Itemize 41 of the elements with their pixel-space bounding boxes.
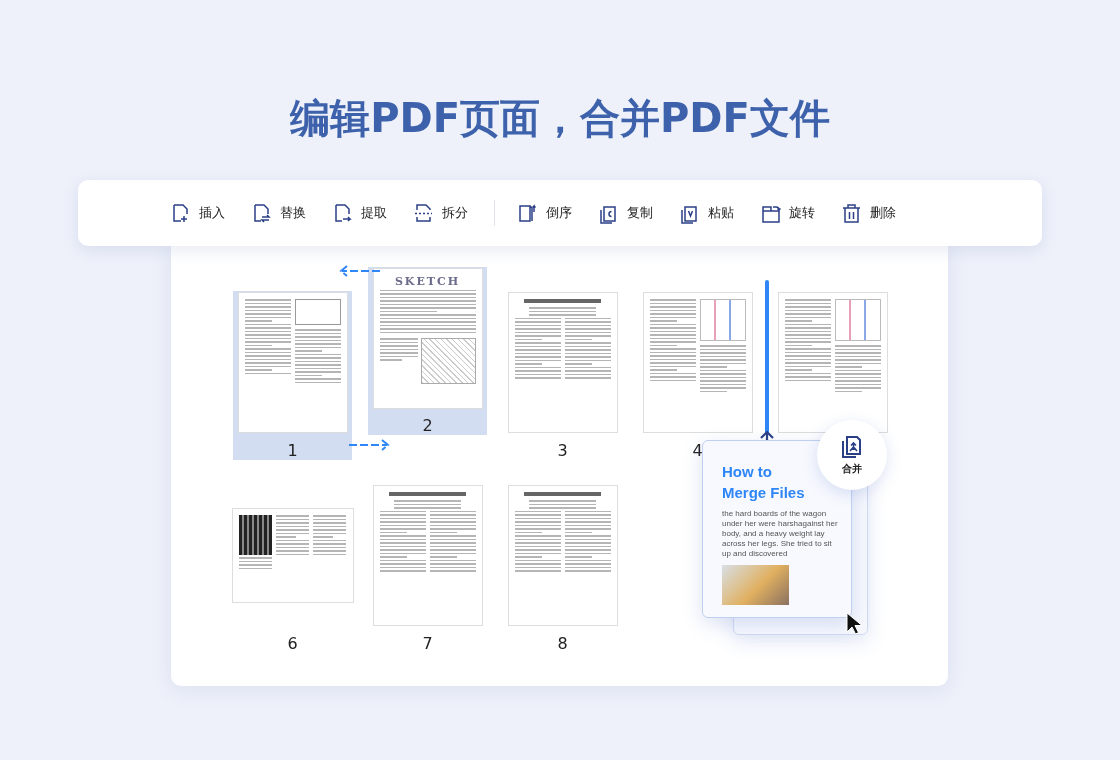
page-thumbnail[interactable] [507,292,618,433]
split-page-icon [413,202,434,224]
page-thumbnail[interactable] [231,508,354,603]
toolbar-button[interactable]: 删除 [841,202,896,224]
page-thumbnail[interactable]: SKETCH [372,267,483,409]
trash-icon [841,202,862,224]
page-plus-icon [170,202,191,224]
house-sketch [420,338,476,384]
card-title: How to Merge Files [722,462,806,503]
photo-placeholder [722,565,789,605]
page-number: 2 [422,417,433,435]
arrow-icon [347,439,391,451]
toolbar-button[interactable]: 旋转 [760,202,815,224]
page-number: 3 [557,442,568,460]
toolbar-button[interactable]: 复制 [598,202,653,224]
page-heading-text: SKETCH [393,274,462,288]
page-thumbnail[interactable] [642,292,753,433]
toolbar-button[interactable]: 替换 [251,202,306,224]
page-swap-icon [251,202,272,224]
selected-page[interactable]: 1 [233,291,352,460]
toolbar-button[interactable]: 拆分 [413,202,468,224]
page-number: 8 [557,635,568,653]
toolbar-button[interactable]: 粘贴 [679,202,734,224]
page-thumbnail[interactable] [777,292,888,433]
toolbar-button[interactable]: 提取 [332,202,387,224]
page-number: 1 [287,442,298,460]
arrow-icon [338,265,382,277]
page-number: 6 [287,635,298,653]
selected-page[interactable]: SKETCH 2 [368,267,487,435]
page-heading: 编辑PDF页面，合并PDF文件 [289,94,831,143]
page-thumbnail[interactable] [507,485,618,626]
card-paragraph: the hard boards of the wagon under her were harshagainst her body, and a heavy weight lay across her legs. She tried to sit up and discovered [722,509,839,559]
page-thumbnail[interactable] [372,485,483,626]
toolbar-button[interactable]: 插入 [170,202,225,224]
page-arrow-icon [332,202,353,224]
page-number: 4 [692,442,703,460]
page-reverse-icon [517,202,538,224]
toolbar-button[interactable]: 倒序 [517,202,572,224]
merge-files-icon [840,434,864,459]
page-number: 7 [422,635,433,653]
page-thumbnail[interactable] [237,292,348,433]
